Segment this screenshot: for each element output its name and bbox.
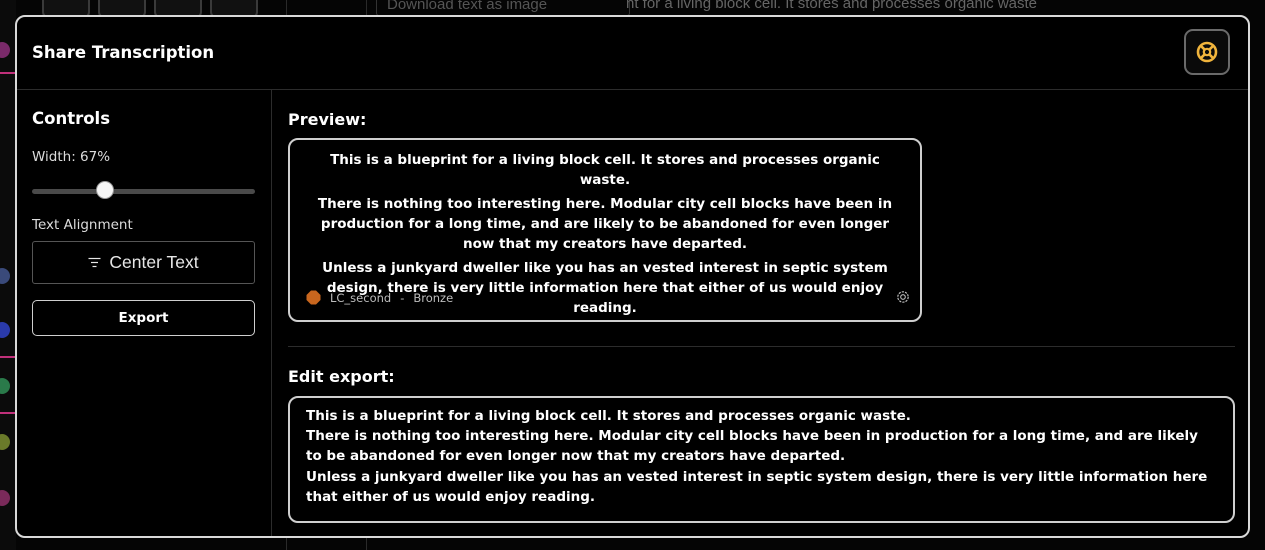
text-alignment-label: Text Alignment (32, 217, 133, 233)
preview-card: This is a blueprint for a living block c… (288, 138, 922, 322)
controls-panel: Controls Width: 67% Text Alignment Cente… (17, 90, 272, 536)
background-download-field: Download text as image (376, 0, 630, 16)
width-slider-thumb[interactable] (95, 181, 114, 199)
controls-title: Controls (32, 109, 111, 128)
export-label: Export (118, 310, 169, 326)
background-divider (0, 356, 16, 358)
edit-line: Unless a junkyard dweller like you has a… (306, 468, 1208, 505)
preview-author: LC_second - Bronze (306, 290, 453, 305)
export-button[interactable]: Export (32, 300, 255, 336)
dialog-title: Share Transcription (32, 43, 215, 62)
preview-paragraph: There is nothing too interesting here. M… (317, 196, 893, 252)
edit-line: This is a blueprint for a living block c… (306, 408, 911, 424)
close-button[interactable] (1184, 29, 1230, 75)
edit-line: There is nothing too interesting here. M… (306, 428, 1198, 465)
section-divider (288, 346, 1235, 347)
main-content: Preview: This is a blueprint for a livin… (272, 90, 1248, 536)
bronze-rank-icon (306, 290, 321, 305)
dialog-header: Share Transcription (17, 17, 1248, 90)
edit-export-textarea[interactable]: This is a blueprint for a living block c… (288, 396, 1235, 523)
author-rank: Bronze (413, 290, 454, 305)
settings-icon[interactable] (896, 290, 910, 304)
preview-paragraph: This is a blueprint for a living block c… (330, 152, 880, 188)
share-transcription-dialog: Share Transcription Controls Width: 67% … (15, 15, 1250, 538)
width-label: Width: 67% (32, 149, 111, 165)
edit-export-heading: Edit export: (288, 367, 395, 386)
close-ring-icon (1196, 41, 1218, 63)
width-slider[interactable] (32, 181, 255, 201)
background-text: nt for a living block cell. It stores an… (626, 0, 1038, 12)
width-slider-track[interactable] (32, 189, 255, 194)
author-name: LC_second (330, 290, 392, 305)
align-center-icon (88, 257, 101, 268)
preview-paragraph: Unless a junkyard dweller like you has a… (322, 260, 888, 316)
center-text-button[interactable]: Center Text (32, 241, 255, 284)
author-separator: - (400, 290, 405, 305)
center-text-label: Center Text (109, 252, 199, 272)
preview-heading: Preview: (288, 110, 367, 129)
background-divider (0, 412, 16, 414)
background-divider (0, 72, 16, 74)
